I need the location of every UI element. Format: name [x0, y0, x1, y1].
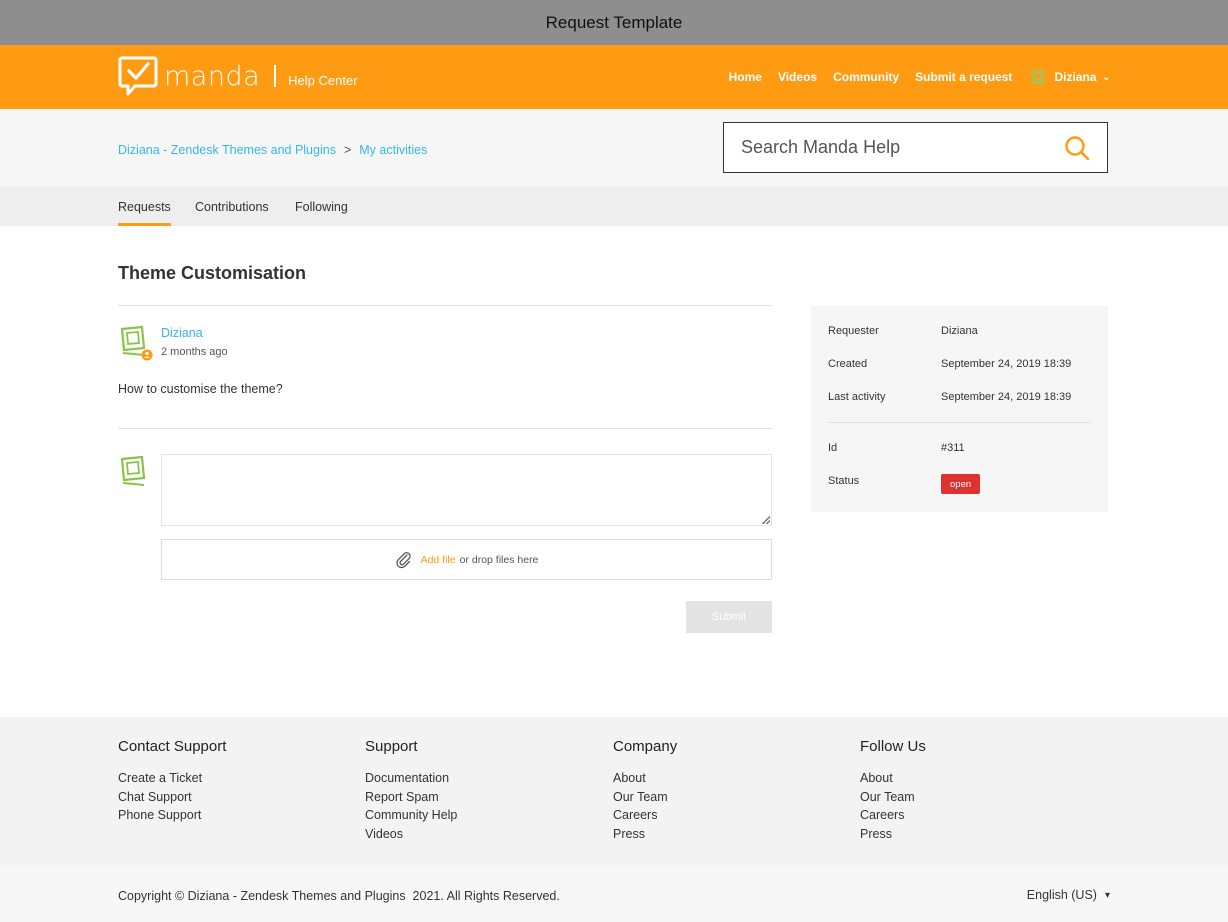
- footer-heading: Follow Us: [860, 738, 926, 755]
- footer-column-company: Company About Our Team Careers Press: [613, 738, 677, 844]
- nav-home[interactable]: Home: [729, 70, 762, 84]
- author-avatar: [120, 325, 153, 361]
- breadcrumb-my-activities-link[interactable]: My activities: [359, 143, 427, 157]
- footer-link-about[interactable]: About: [860, 769, 926, 788]
- footer-heading: Company: [613, 738, 678, 755]
- footer-column-follow-us: Follow Us About Our Team Careers Press: [860, 738, 926, 844]
- drop-files-text: or drop files here: [459, 553, 539, 566]
- status-badge: open: [941, 474, 981, 494]
- request-time: 2 months ago: [161, 346, 228, 358]
- user-name: Diziana: [1054, 70, 1097, 84]
- request-body: How to customise the theme?: [118, 382, 283, 396]
- user-menu[interactable]: Diziana ⌄: [1030, 68, 1110, 86]
- footer-heading: Support: [365, 738, 418, 755]
- footer-column-support: Support Documentation Report Spam Commun…: [365, 738, 457, 844]
- language-selector[interactable]: English (US) ▾: [1027, 888, 1110, 902]
- id-label: Id: [828, 442, 838, 454]
- created-label: Created: [828, 358, 868, 370]
- author-name-link[interactable]: Diziana: [161, 326, 203, 340]
- footer-link-about[interactable]: About: [613, 769, 677, 788]
- footer-link-chat-support[interactable]: Chat Support: [118, 788, 226, 807]
- search-icon[interactable]: [1064, 135, 1090, 161]
- footer-link-our-team[interactable]: Our Team: [860, 788, 926, 807]
- language-label: English (US): [1026, 888, 1097, 902]
- window-titlebar: Request Template: [0, 0, 1228, 45]
- resize-handle-icon[interactable]: [762, 516, 770, 524]
- add-file-link[interactable]: Add file: [421, 554, 456, 566]
- search-box: [723, 122, 1108, 173]
- nav-submit-request[interactable]: Submit a request: [915, 70, 1012, 84]
- footer-link-community-help[interactable]: Community Help: [365, 806, 457, 825]
- footer-link-report-spam[interactable]: Report Spam: [365, 788, 457, 807]
- footer-bottom-bar: Copyright © Diziana - Zendesk Themes and…: [0, 866, 1228, 922]
- footer-link-phone-support[interactable]: Phone Support: [118, 806, 226, 825]
- submit-button[interactable]: Submit: [686, 601, 772, 633]
- top-navigation: Home Videos Community Submit a request D…: [713, 45, 1110, 109]
- brand-name: manda: [164, 60, 261, 92]
- footer-column-contact-support: Contact Support Create a Ticket Chat Sup…: [118, 738, 226, 825]
- footer-link-press[interactable]: Press: [860, 825, 926, 844]
- brand-divider: [274, 65, 277, 87]
- nav-videos[interactable]: Videos: [778, 70, 817, 84]
- site-footer: Contact Support Create a Ticket Chat Sup…: [0, 717, 1228, 866]
- copyright-text: Copyright © Diziana - Zendesk Themes and…: [118, 889, 560, 903]
- tab-requests[interactable]: Requests: [118, 186, 171, 226]
- chevron-down-icon: ⌄: [1102, 71, 1110, 82]
- footer-link-careers[interactable]: Careers: [613, 806, 677, 825]
- divider: [828, 422, 1091, 423]
- footer-link-videos[interactable]: Videos: [365, 825, 457, 844]
- current-user-avatar: [120, 455, 150, 488]
- divider: [118, 428, 772, 429]
- breadcrumb-home-link[interactable]: Diziana - Zendesk Themes and Plugins: [118, 143, 336, 157]
- requester-label: Requester: [828, 325, 879, 337]
- chat-check-logo-icon: [118, 56, 158, 96]
- last-activity-label: Last activity: [828, 391, 886, 403]
- footer-link-careers[interactable]: Careers: [860, 806, 926, 825]
- footer-link-press[interactable]: Press: [613, 825, 677, 844]
- user-avatar-icon: [1031, 69, 1046, 85]
- file-upload-dropzone[interactable]: Add file or drop files here: [161, 539, 772, 580]
- footer-heading: Contact Support: [118, 738, 227, 755]
- brand-logo-link[interactable]: manda Help Center: [118, 55, 358, 97]
- footer-link-our-team[interactable]: Our Team: [613, 788, 677, 807]
- created-value: September 24, 2019 18:39: [941, 358, 1072, 370]
- breadcrumb-bar: Diziana - Zendesk Themes and Plugins > My …: [0, 109, 1228, 186]
- breadcrumb: Diziana - Zendesk Themes and Plugins > My …: [118, 143, 427, 157]
- last-activity-value: September 24, 2019 18:39: [941, 391, 1072, 403]
- divider: [118, 305, 772, 306]
- window-title: Request Template: [545, 12, 683, 32]
- breadcrumb-separator: >: [343, 143, 352, 157]
- paperclip-icon: [395, 551, 411, 568]
- site-header: manda Help Center Home Videos Community …: [0, 45, 1228, 109]
- user-avatar-icon: [120, 325, 153, 361]
- brand-subtitle: Help Center: [288, 72, 358, 88]
- requester-value: Diziana: [941, 325, 978, 337]
- nav-community[interactable]: Community: [833, 70, 899, 84]
- footer-link-create-ticket[interactable]: Create a Ticket: [118, 769, 226, 788]
- status-label: Status: [828, 475, 860, 487]
- tab-following[interactable]: Following: [295, 186, 348, 226]
- id-value: #311: [941, 442, 965, 454]
- chevron-down-icon: ▾: [1104, 889, 1110, 901]
- reply-textarea[interactable]: [161, 454, 772, 526]
- activity-tabs: Requests Contributions Following: [0, 186, 1228, 226]
- footer-link-documentation[interactable]: Documentation: [365, 769, 457, 788]
- tab-contributions[interactable]: Contributions: [195, 186, 269, 226]
- search-input[interactable]: [724, 137, 1044, 158]
- request-title: Theme Customisation: [118, 263, 307, 283]
- request-details-panel: Requester Diziana Created September 24, …: [811, 306, 1108, 512]
- user-avatar-icon: [120, 455, 146, 486]
